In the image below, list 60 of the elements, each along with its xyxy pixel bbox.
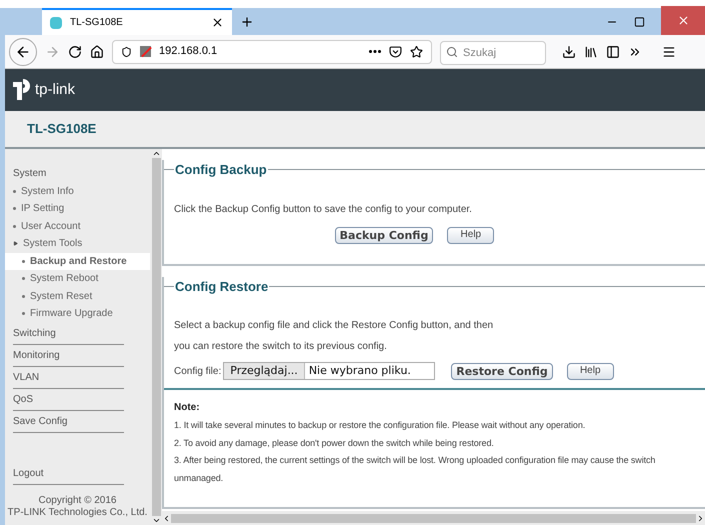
search-icon: [446, 46, 458, 58]
section-title: Config Backup: [174, 161, 268, 179]
scroll-down-icon[interactable]: [152, 516, 160, 525]
sidebar-item[interactable]: System: [5, 165, 150, 182]
favicon-icon: [50, 16, 62, 28]
browser-tab[interactable]: TL-SG108E: [42, 8, 232, 35]
new-tab-icon[interactable]: [240, 14, 254, 28]
note-text: 3. After being restored, the current settings of the switch will be lost. Wrong uploaded configuration file may cause the switch: [174, 454, 656, 467]
description-text: Click the Backup Config button to save the config to your computer.: [174, 202, 473, 216]
back-button[interactable]: [9, 38, 37, 66]
more-icon[interactable]: [369, 50, 381, 53]
note-text: 1. It will take several minutes to backup or restore the configuration file. Please wait without any operation.: [174, 419, 586, 432]
help-button[interactable]: Help: [566, 362, 614, 380]
scrollbar-thumb[interactable]: [152, 158, 160, 516]
logo-icon: [13, 79, 33, 101]
sidebar-item[interactable]: IP Setting: [5, 200, 150, 218]
file-input[interactable]: Przeglądaj... Nie wybrano pliku.: [223, 362, 436, 380]
logout-link[interactable]: Logout: [13, 462, 124, 484]
bullet-icon: [22, 260, 25, 263]
sidebar-item[interactable]: System Reset: [5, 288, 150, 305]
sidebar-item[interactable]: QoS: [13, 388, 124, 410]
close-tab-icon[interactable]: [211, 16, 224, 29]
bullet-icon: [13, 224, 16, 228]
note-text: unmanaged.: [174, 472, 224, 485]
bullet-icon: [22, 294, 25, 298]
close-icon: [676, 14, 690, 27]
bullet-icon: [13, 190, 16, 193]
sidebar-item[interactable]: System Reboot: [5, 270, 150, 288]
sidebar-item[interactable]: Switching: [13, 322, 124, 344]
search-field[interactable]: Szukaj: [440, 40, 546, 64]
config-button[interactable]: Backup Config: [334, 226, 434, 244]
help-button[interactable]: Help: [447, 226, 494, 244]
insecure-lock-icon: [140, 46, 151, 57]
brand-name: tp-link: [35, 80, 76, 100]
copyright-text: Copyright © 2016: [38, 495, 118, 507]
field-label: Config file:: [174, 364, 222, 378]
sidebar-item[interactable]: Save Config: [13, 410, 124, 432]
description-text: Select a backup config file and click the Restore Config button, and then: [174, 319, 494, 333]
note-title: Note:: [174, 401, 201, 415]
scroll-up-icon[interactable]: [152, 149, 160, 158]
sidebar-item[interactable]: Monitoring: [13, 344, 124, 366]
sidebar-item[interactable]: User Account: [5, 218, 150, 235]
scrollbar-thumb[interactable]: [171, 514, 696, 522]
sidebar-item[interactable]: VLAN: [13, 366, 124, 388]
sidebar-item[interactable]: System Info: [5, 182, 150, 200]
scroll-left-icon[interactable]: [162, 514, 171, 522]
sidebar-item[interactable]: Backup and Restore: [5, 252, 150, 270]
scroll-right-icon[interactable]: [696, 514, 705, 522]
sidebar-item[interactable]: Firmware Upgrade: [5, 305, 150, 322]
config-button[interactable]: Restore Config: [451, 362, 553, 380]
sidebar-item[interactable]: System Tools: [5, 235, 150, 252]
bullet-icon: [22, 312, 25, 316]
copyright-text: TP-LINK Technologies Co., Ltd.: [6, 507, 148, 519]
bullet-icon: [13, 207, 16, 210]
note-text: 2. To avoid any damage, please don't power down the switch while being restored.: [174, 436, 495, 450]
address-bar[interactable]: 192.168.0.1: [112, 40, 432, 64]
model-name: TL-SG108E: [27, 120, 96, 138]
section-title: Config Restore: [174, 278, 270, 296]
description-text: you can restore the switch to its previous config.: [174, 340, 388, 354]
bullet-icon: [22, 277, 25, 280]
